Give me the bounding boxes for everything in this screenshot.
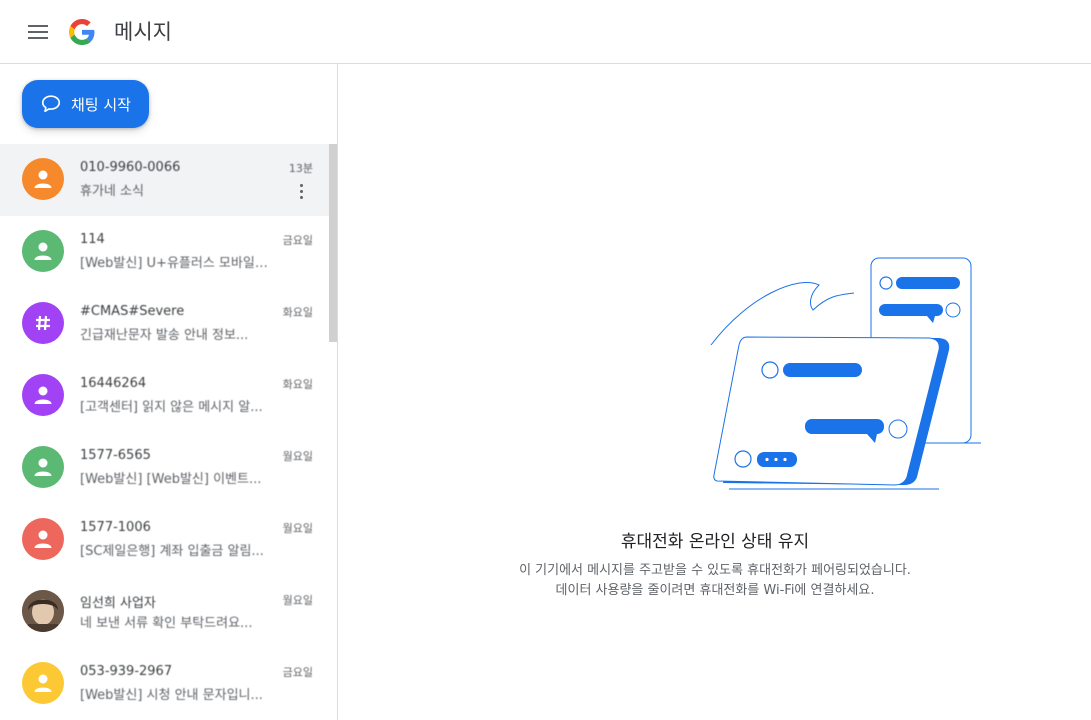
conversation-name: 임선희 사업자 [80, 596, 156, 611]
hash-avatar-icon [22, 302, 64, 344]
person-avatar-icon [22, 518, 64, 560]
conversation-list-scrollbar[interactable] [329, 144, 337, 342]
google-logo-icon [69, 19, 95, 45]
top-app-bar: 메시지 [0, 0, 1091, 64]
conversation-name: #CMAS#Severe [80, 304, 185, 319]
hamburger-menu-icon [28, 25, 48, 39]
chat-bubble-icon [40, 93, 62, 115]
conversation-item[interactable]: 1577-1006 [SC제일은행] 계좌 입출금 알림... 월요일 [0, 504, 329, 576]
person-avatar-icon [22, 374, 64, 416]
conversation-item[interactable]: 임선희 사업자네 보낸 서류 확인 부탁드려요... 월요일 [0, 576, 329, 648]
conversation-time: 월요일 [282, 450, 313, 463]
conversation-snippet: [Web발신] [Web발신] 이벤트... [80, 472, 262, 487]
menu-button[interactable] [20, 16, 56, 48]
conversation-time: 월요일 [282, 522, 313, 535]
person-avatar-icon [22, 662, 64, 704]
conversation-time: 화요일 [282, 306, 313, 319]
more-options-icon[interactable] [293, 182, 309, 200]
conversation-item[interactable]: 114 [Web발신] U+유플러스 모바일 데... 금요일 [0, 216, 329, 288]
phone-paired-illustration [710, 257, 981, 490]
conversation-item[interactable]: 010-9960-0066 휴가네 소식 13분 [0, 144, 329, 216]
conversation-name: 16446264 [80, 376, 147, 391]
person-avatar-icon [22, 446, 64, 488]
conversation-snippet: [Web발신] U+유플러스 모바일 데... [80, 256, 270, 271]
conversation-name: 114 [80, 232, 105, 247]
main-panel: 휴대전화 온라인 상태 유지 이 기기에서 메시지를 주고받을 수 있도록 휴대… [339, 65, 1091, 720]
conversation-snippet: [고객센터] 읽지 않은 메시지 알... [80, 400, 263, 415]
conversation-name: 1577-1006 [80, 520, 151, 535]
person-avatar-icon [22, 230, 64, 272]
start-chat-label: 채팅 시작 [71, 95, 131, 114]
conversation-sidebar: 채팅 시작 010-9960-0066 휴가네 소식 13분 114 [Web발신] U… [0, 64, 338, 720]
conversation-time: 월요일 [282, 594, 313, 607]
person-avatar-icon [22, 158, 64, 200]
conversation-time: 화요일 [282, 378, 313, 391]
description-line-1: 이 기기에서 메시지를 주고받을 수 있도록 휴대전화가 페어링되었습니다. [519, 563, 911, 578]
description-line-2: 데이터 사용량을 줄이려면 휴대전화를 Wi-Fi에 연결하세요. [555, 583, 875, 598]
conversation-time: 금요일 [282, 666, 313, 679]
conversation-item[interactable]: 16446264 [고객센터] 읽지 않은 메시지 알... 화요일 [0, 360, 329, 432]
conversation-name: 053-939-2967 [80, 664, 173, 679]
conversation-list: 010-9960-0066 휴가네 소식 13분 114 [Web발신] U+유플러스 … [0, 144, 329, 720]
conversation-snippet: 네 보낸 서류 확인 부탁드려요... [80, 616, 253, 631]
conversation-name: 1577-6565 [80, 448, 151, 463]
conversation-snippet: [Web발신] 시청 안내 문자입니... [80, 688, 263, 703]
start-chat-button[interactable]: 채팅 시작 [22, 80, 149, 128]
conversation-name: 010-9960-0066 [80, 160, 181, 175]
conversation-item[interactable]: 1577-6565 [Web발신] [Web발신] 이벤트... 월요일 [0, 432, 329, 504]
conversation-snippet: 긴급재난문자 발송 안내 정보... [80, 328, 249, 343]
app-title: 메시지 [114, 20, 172, 44]
conversation-time: 13분 [288, 162, 313, 175]
empty-state-headline: 휴대전화 온라인 상태 유지 [620, 532, 810, 552]
conversation-snippet: 휴가네 소식 [80, 184, 144, 199]
contact-photo-avatar [22, 590, 64, 632]
empty-state-description: 이 기기에서 메시지를 주고받을 수 있도록 휴대전화가 페어링되었습니다. 데… [339, 561, 1091, 601]
conversation-item[interactable]: 053-939-2967 [Web발신] 시청 안내 문자입니... 금요일 [0, 648, 329, 720]
conversation-item[interactable]: #CMAS#Severe 긴급재난문자 발송 안내 정보... 화요일 [0, 288, 329, 360]
conversation-snippet: [SC제일은행] 계좌 입출금 알림... [80, 544, 264, 559]
conversation-time: 금요일 [282, 234, 313, 247]
